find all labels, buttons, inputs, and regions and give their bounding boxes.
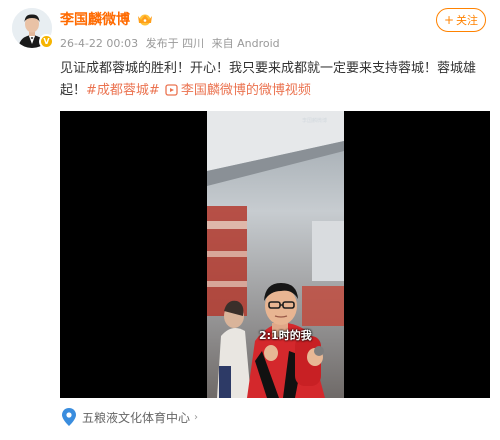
video-player[interactable]: 李国麟微博 2:1时的我 — [60, 111, 490, 398]
video-watermark: 李国麟微博 — [302, 118, 328, 124]
post-device: 来自 Android — [211, 37, 280, 50]
follow-label: 关注 — [456, 14, 479, 27]
location-pin-icon — [62, 408, 76, 426]
author-name[interactable]: 李国麟微博 — [60, 9, 130, 29]
location-label: 五粮液文化体育中心 — [82, 410, 191, 425]
plus-icon: + — [443, 13, 455, 27]
post-date[interactable]: 26-4-22 00:03 — [60, 37, 138, 50]
location-tag[interactable]: 五粮液文化体育中心 › — [62, 406, 198, 428]
video-source-link[interactable]: 李国麟微博的微博视频 — [181, 83, 311, 98]
follow-button[interactable]: + 关注 — [436, 8, 486, 32]
hashtag-link[interactable]: #成都蓉城# — [86, 83, 160, 98]
post-meta: 26-4-22 00:03 发布于 四川 来自 Android — [60, 35, 284, 51]
avatar-container[interactable]: V — [12, 8, 54, 49]
verified-badge-icon: V — [39, 34, 54, 49]
crown-icon — [138, 14, 152, 26]
chevron-right-icon: › — [194, 411, 199, 423]
post-text: 见证成都蓉城的胜利！开心！我只要来成都就一定要来支持蓉城！蓉城雄起！#成都蓉城#… — [60, 58, 490, 102]
video-link-icon — [165, 84, 178, 96]
video-caption: 2:1时的我 — [259, 329, 312, 342]
video-still — [207, 111, 344, 398]
author-row: 李国麟微博 — [60, 10, 154, 28]
video-frame: 李国麟微博 2:1时的我 — [207, 111, 344, 398]
post-location-source: 发布于 四川 — [145, 37, 205, 50]
